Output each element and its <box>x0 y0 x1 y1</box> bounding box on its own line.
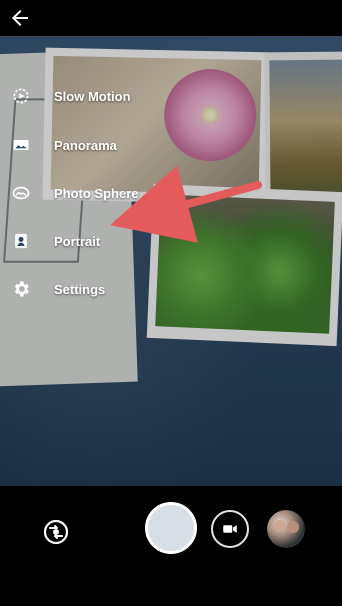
portrait-icon <box>15 233 27 249</box>
video-mode-button[interactable] <box>211 510 249 548</box>
mode-item-slow-motion[interactable]: Slow Motion <box>0 79 180 113</box>
mode-item-photo-sphere[interactable]: Photo Sphere <box>0 176 180 210</box>
mode-label-panorama: Panorama <box>54 137 117 153</box>
camera-bottom-controls <box>0 486 342 606</box>
gallery-thumbnail[interactable] <box>267 510 305 548</box>
video-camera-icon <box>223 525 237 533</box>
photo-sphere-icon <box>12 186 30 200</box>
slow-motion-icon <box>13 88 29 104</box>
settings-icon <box>14 281 29 297</box>
switch-camera-icon[interactable] <box>40 516 72 548</box>
mode-label-photo-sphere: Photo Sphere <box>54 185 139 201</box>
shutter-button[interactable] <box>145 502 197 554</box>
top-bar <box>0 0 342 36</box>
camera-viewfinder[interactable]: Slow Motion Panorama Photo Sphere Portra… <box>0 36 342 486</box>
back-arrow-icon[interactable] <box>8 6 32 30</box>
mode-label-settings: Settings <box>54 281 106 297</box>
panorama-icon <box>13 140 29 150</box>
mode-item-portrait[interactable]: Portrait <box>0 224 180 258</box>
mode-label-slow-motion: Slow Motion <box>54 88 131 104</box>
mode-item-panorama[interactable]: Panorama <box>0 128 180 162</box>
mode-item-settings[interactable]: Settings <box>0 272 180 306</box>
mode-label-portrait: Portrait <box>54 233 101 249</box>
